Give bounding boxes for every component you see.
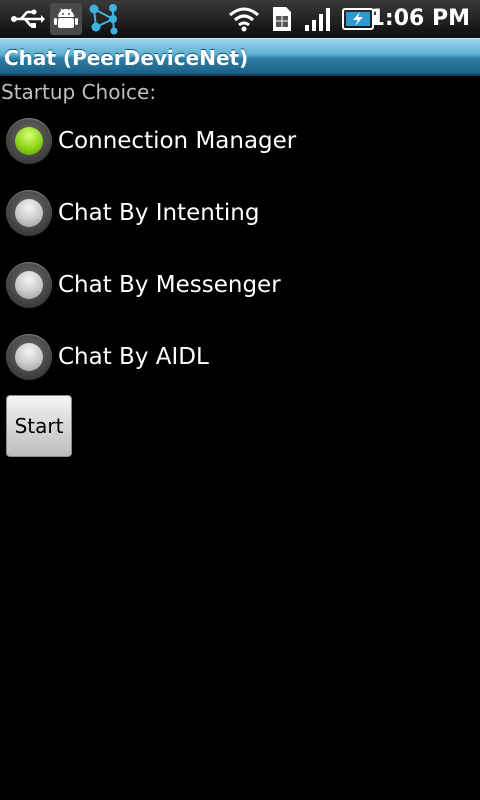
signal-icon <box>302 3 336 35</box>
status-bar: 1:06 PM <box>0 0 480 38</box>
radio-label[interactable]: Chat By AIDL <box>58 342 209 372</box>
wifi-icon <box>226 3 262 35</box>
app-title: Chat (PeerDeviceNet) <box>4 46 249 70</box>
radio-option-chat-by-messenger[interactable]: Chat By Messenger <box>0 250 480 320</box>
radio-unchecked-indicator <box>15 271 43 299</box>
radio-unchecked-indicator <box>15 343 43 371</box>
radio-button[interactable] <box>6 262 52 308</box>
radio-unchecked-indicator <box>15 199 43 227</box>
radio-option-connection-manager[interactable]: Connection Manager <box>0 106 480 176</box>
radio-option-chat-by-aidl[interactable]: Chat By AIDL <box>0 322 480 392</box>
radio-label[interactable]: Connection Manager <box>58 126 296 156</box>
status-clock: 1:06 PM <box>369 6 470 31</box>
radio-label[interactable]: Chat By Intenting <box>58 198 259 228</box>
radio-button[interactable] <box>6 334 52 380</box>
sim-icon <box>268 3 296 35</box>
radio-button[interactable] <box>6 190 52 236</box>
usb-debugging-icon <box>50 3 82 35</box>
usb-icon <box>8 3 48 35</box>
start-button[interactable]: Start <box>6 395 72 457</box>
radio-label[interactable]: Chat By Messenger <box>58 270 281 300</box>
radio-button[interactable] <box>6 118 52 164</box>
app-title-bar: Chat (PeerDeviceNet) <box>0 38 480 76</box>
network-share-icon <box>86 3 122 35</box>
startup-choice-label: Startup Choice: <box>1 80 157 104</box>
radio-option-chat-by-intenting[interactable]: Chat By Intenting <box>0 178 480 248</box>
radio-checked-indicator <box>15 127 43 155</box>
